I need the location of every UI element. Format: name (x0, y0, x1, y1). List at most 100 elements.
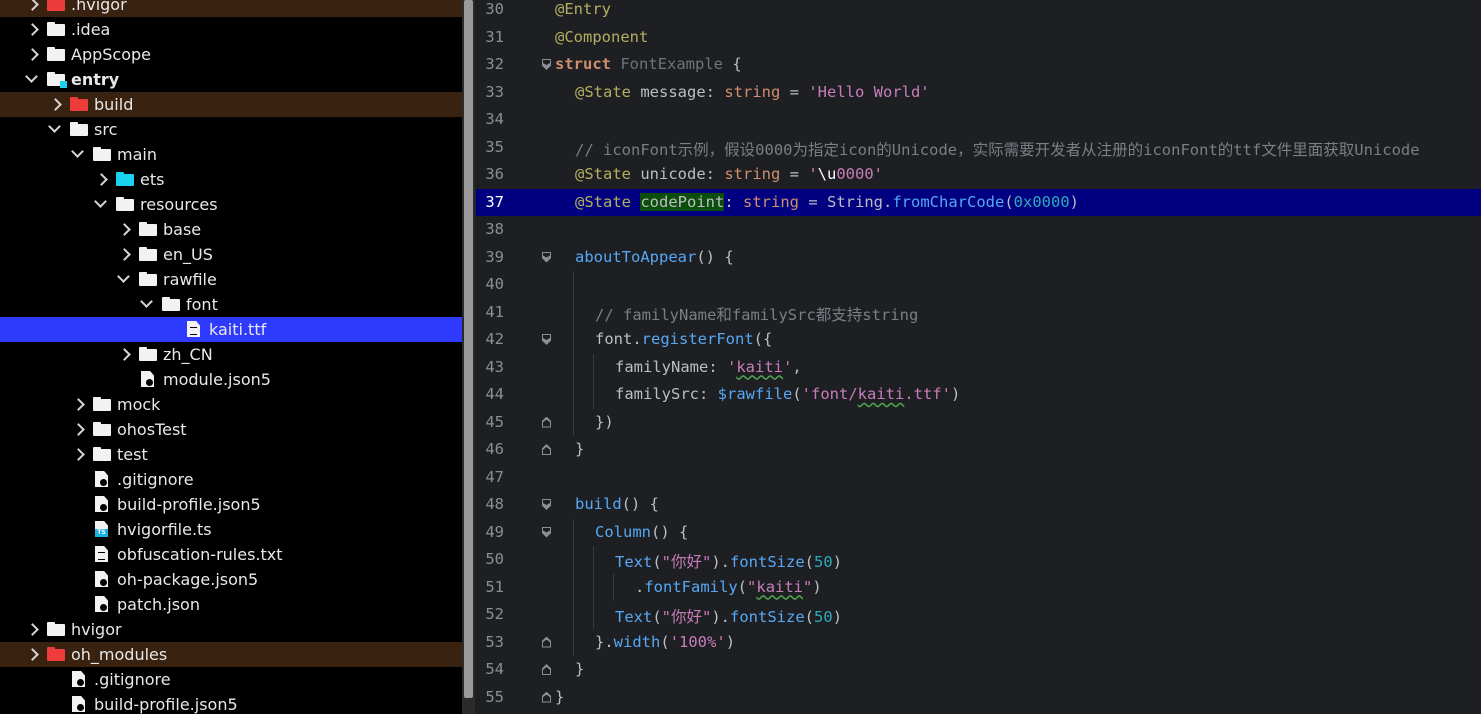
code-line[interactable]: 46} (476, 436, 1481, 464)
chevron-right-icon[interactable] (72, 398, 85, 411)
code-line[interactable]: 30 @Entry (476, 0, 1481, 24)
code-line[interactable]: 36 @State unicode: string = '\u0000' (476, 161, 1481, 189)
tree-item[interactable]: .gitignore (0, 467, 462, 492)
fold-open-icon[interactable] (542, 251, 551, 263)
tree-item[interactable]: en_US (0, 242, 462, 267)
tree-item[interactable]: main (0, 142, 462, 167)
tree-item[interactable]: build-profile.json5 (0, 492, 462, 517)
code-line[interactable]: 32 struct FontExample { (476, 51, 1481, 79)
tree-item[interactable]: entry (0, 67, 462, 92)
chevron-right-icon[interactable] (26, 648, 39, 661)
tree-item[interactable]: src (0, 117, 462, 142)
code-line[interactable]: 48 build() { (476, 491, 1481, 519)
tree-scrollbar-thumb[interactable] (464, 0, 473, 698)
fold-close-icon[interactable] (542, 416, 551, 428)
tree-item[interactable]: font (0, 292, 462, 317)
chevron-right-icon[interactable] (118, 248, 131, 261)
code-line[interactable]: 41 // familyName和familySrc都支持string (476, 298, 1481, 326)
code-line[interactable]: 51 .fontFamily("kaiti") (476, 573, 1481, 601)
line-number: 42 (485, 330, 504, 348)
chevron-down-icon[interactable] (117, 270, 130, 283)
tree-item-label: patch.json (117, 595, 200, 614)
code-line[interactable]: 35 // iconFont示例，假设0000为指定icon的Unicode，实际… (476, 134, 1481, 162)
tree-item[interactable]: AppScope (0, 42, 462, 67)
chevron-right-icon[interactable] (26, 0, 39, 11)
tree-item[interactable]: module.json5 (0, 367, 462, 392)
tree-item[interactable]: mock (0, 392, 462, 417)
code-text: }) (595, 412, 614, 431)
line-number: 44 (485, 385, 504, 403)
code-text: }.width('100%') (595, 632, 736, 651)
chevron-down-icon[interactable] (48, 120, 61, 133)
tree-item[interactable]: oh_modules (0, 642, 462, 667)
line-number: 51 (485, 577, 504, 596)
code-line[interactable]: 45}) (476, 408, 1481, 436)
chevron-right-icon[interactable] (72, 423, 85, 436)
code-line[interactable]: 39 aboutToAppear() { (476, 244, 1481, 272)
tree-item[interactable]: obfuscation-rules.txt (0, 542, 462, 567)
chevron-right-icon[interactable] (118, 223, 131, 236)
code-text: familyName: 'kaiti', (615, 357, 802, 376)
code-line[interactable]: 49 Column() { (476, 518, 1481, 546)
fold-open-icon[interactable] (542, 499, 551, 510)
code-line[interactable]: 34 (476, 106, 1481, 134)
code-line[interactable]: 53}.width('100%') (476, 628, 1481, 656)
code-editor[interactable]: 30 @Entry 31 @Component 32 struct FontExample… (476, 0, 1481, 714)
code-line[interactable]: 52 Text("你好").fontSize(50) (476, 601, 1481, 629)
chevron-down-icon[interactable] (94, 195, 107, 208)
code-line[interactable]: 54} (476, 656, 1481, 684)
code-line[interactable]: 47 (476, 464, 1481, 492)
chevron-right-icon[interactable] (26, 623, 39, 636)
code-line[interactable]: 37 @State codePoint: string = String.from… (476, 188, 1481, 216)
tree-item[interactable]: oh-package.json5 (0, 567, 462, 592)
chevron-down-icon[interactable] (140, 295, 153, 308)
tree-item-label: test (117, 445, 148, 464)
chevron-right-icon[interactable] (95, 173, 108, 186)
fold-close-icon[interactable] (542, 444, 551, 455)
tree-item[interactable]: test (0, 442, 462, 467)
chevron-right-icon[interactable] (72, 448, 85, 461)
fold-open-icon[interactable] (542, 526, 551, 538)
fold-close-icon[interactable] (542, 691, 551, 703)
code-line[interactable]: 31 @Component (476, 24, 1481, 52)
code-line[interactable]: 44 familySrc: $rawfile('font/kaiti.ttf') (476, 381, 1481, 409)
tree-item-label: entry (71, 70, 120, 89)
code-line[interactable]: 50 Text("你好").fontSize(50) (476, 546, 1481, 574)
code-text: font.registerFont({ (595, 330, 773, 348)
tree-item[interactable]: kaiti.ttf (0, 317, 462, 342)
fold-open-icon[interactable] (542, 59, 551, 70)
line-number: 52 (485, 605, 504, 623)
tree-item[interactable]: .idea (0, 17, 462, 42)
code-line[interactable]: 33 @State message: string = 'Hello World' (476, 79, 1481, 107)
chevron-down-icon[interactable] (25, 70, 38, 83)
tree-item[interactable]: ohosTest (0, 417, 462, 442)
line-number: 40 (485, 275, 504, 293)
code-line[interactable]: 42 font.registerFont({ (476, 326, 1481, 354)
tree-item[interactable]: TS hvigorfile.ts (0, 517, 462, 542)
code-text: struct FontExample { (555, 55, 742, 73)
tree-item[interactable]: hvigor (0, 617, 462, 642)
tree-item[interactable]: ets (0, 167, 462, 192)
tree-item[interactable]: .hvigor (0, 0, 462, 17)
tree-scrollbar[interactable] (462, 0, 475, 714)
tree-item[interactable]: patch.json (0, 592, 462, 617)
tree-item[interactable]: build (0, 92, 462, 117)
chevron-right-icon[interactable] (118, 348, 131, 361)
tree-item[interactable]: resources (0, 192, 462, 217)
chevron-right-icon[interactable] (49, 98, 62, 111)
tree-item[interactable]: zh_CN (0, 342, 462, 367)
tree-item[interactable]: base (0, 217, 462, 242)
fold-close-icon[interactable] (542, 636, 551, 648)
chevron-down-icon[interactable] (71, 145, 84, 158)
fold-close-icon[interactable] (542, 664, 551, 675)
tree-item[interactable]: .gitignore (0, 667, 462, 692)
code-line[interactable]: 40 (476, 271, 1481, 299)
chevron-right-icon[interactable] (26, 48, 39, 61)
code-line[interactable]: 55} (476, 684, 1481, 712)
code-line[interactable]: 43 familyName: 'kaiti', (476, 353, 1481, 381)
tree-item[interactable]: rawfile (0, 267, 462, 292)
code-line[interactable]: 38 (476, 216, 1481, 244)
fold-open-icon[interactable] (542, 334, 551, 345)
tree-item[interactable]: build-profile.json5 (0, 692, 462, 714)
chevron-right-icon[interactable] (26, 23, 39, 36)
